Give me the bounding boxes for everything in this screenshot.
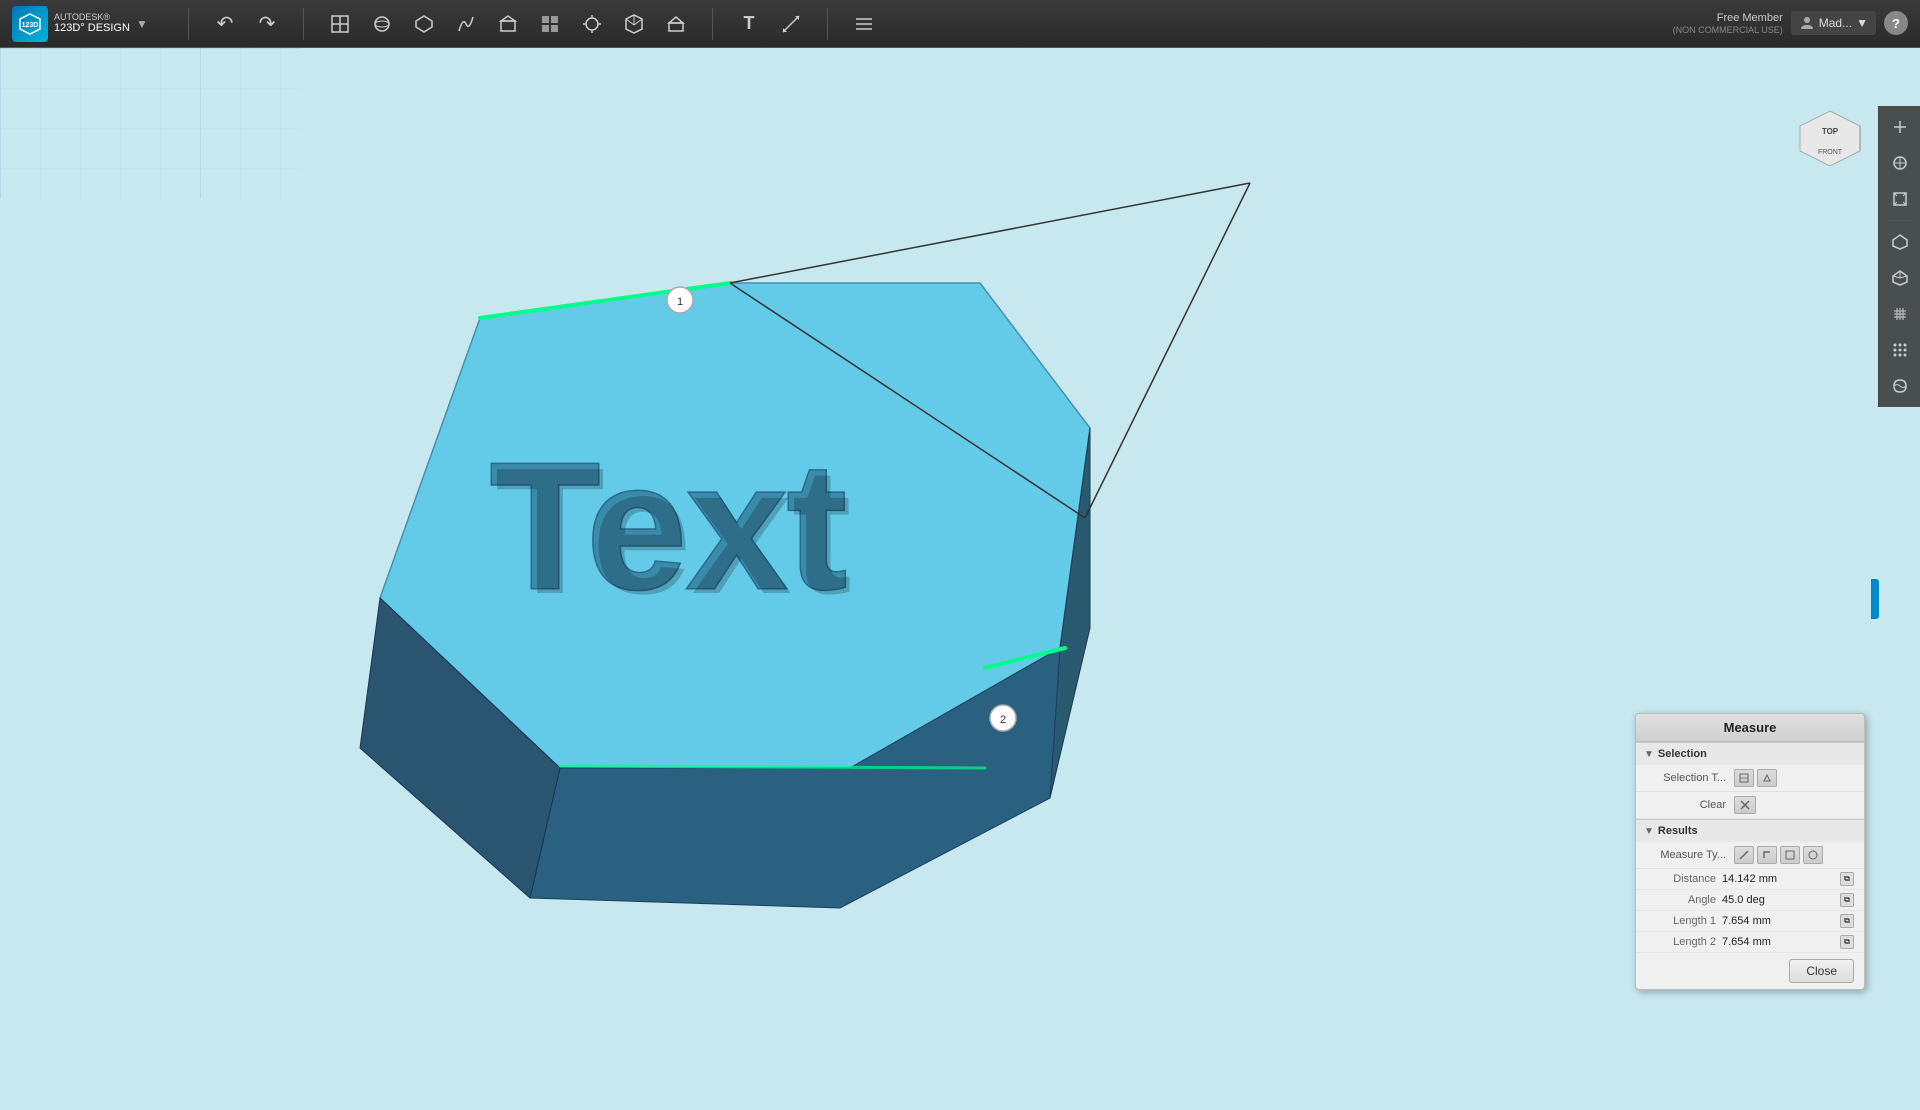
layers-group	[836, 6, 892, 42]
3d-shape-svg: Text Text 1 2	[0, 48, 1920, 1110]
logo-area[interactable]: 123D AUTODESK® 123D° DESIGN ▼	[0, 6, 180, 42]
length2-value: 7.654 mm	[1722, 936, 1840, 948]
selection-section-header[interactable]: ▼ Selection	[1636, 742, 1864, 765]
angle-copy-btn[interactable]: ⧉	[1840, 893, 1854, 907]
svg-text:FRONT: FRONT	[1818, 149, 1843, 156]
selection-type-row: Selection T...	[1636, 765, 1864, 792]
sep1	[188, 8, 189, 40]
distance-copy-btn[interactable]: ⧉	[1840, 872, 1854, 886]
text-measure-group: T	[721, 6, 819, 42]
selection-type-controls	[1734, 769, 1777, 787]
clear-row: Clear	[1636, 792, 1864, 819]
measure-tool-btn[interactable]	[773, 6, 809, 42]
snap-btn[interactable]	[574, 6, 610, 42]
selection-arrow: ▼	[1644, 749, 1654, 760]
grid-toggle-btn[interactable]	[1883, 297, 1917, 331]
close-button[interactable]: Close	[1789, 959, 1854, 983]
modify-btn[interactable]	[490, 6, 526, 42]
measure-type-btn4[interactable]	[1803, 846, 1823, 864]
new-tool-btn[interactable]	[322, 6, 358, 42]
perspective-btn[interactable]	[1883, 225, 1917, 259]
angle-row: Angle 45.0 deg ⧉	[1636, 890, 1864, 911]
selection-type-label: Selection T...	[1646, 772, 1726, 784]
selection-type-btn1[interactable]	[1734, 769, 1754, 787]
sep4	[827, 8, 828, 40]
smart-shapes-btn[interactable]	[406, 6, 442, 42]
main-toolbar: 123D AUTODESK® 123D° DESIGN ▼ ↶ ↷	[0, 0, 1920, 48]
user-menu-btn[interactable]: Mad... ▼	[1791, 11, 1876, 35]
results-arrow: ▼	[1644, 826, 1654, 837]
pattern-btn[interactable]	[532, 6, 568, 42]
measure-type-btn2[interactable]	[1757, 846, 1777, 864]
zoom-in-btn[interactable]	[1883, 110, 1917, 144]
side-sep-1	[1886, 220, 1914, 221]
3d-viewport[interactable]: Text Text 1 2 TOP FRONT	[0, 48, 1920, 1110]
right-toolbar: Free Member (NON COMMERCIAL USE) Mad... …	[1673, 11, 1920, 37]
distance-label: Distance	[1646, 873, 1716, 885]
svg-text:Text: Text	[495, 431, 852, 632]
results-section-label: Results	[1658, 825, 1698, 837]
view-tools-group	[312, 6, 704, 42]
distance-row: Distance 14.142 mm ⧉	[1636, 869, 1864, 890]
sep2	[303, 8, 304, 40]
length1-copy-btn[interactable]: ⧉	[1840, 914, 1854, 928]
redo-button[interactable]: ↷	[249, 6, 285, 42]
wireframe-btn[interactable]	[1883, 261, 1917, 295]
logo-dropdown-btn[interactable]: ▼	[136, 17, 148, 31]
measure-panel-title: Measure	[1636, 714, 1864, 742]
measure-type-btn1[interactable]	[1734, 846, 1754, 864]
help-button[interactable]: ?	[1884, 11, 1908, 35]
navigation-cube[interactable]: TOP FRONT	[1790, 106, 1870, 186]
app-name-text: AUTODESK® 123D° DESIGN	[54, 12, 130, 36]
length2-row: Length 2 7.654 mm ⧉	[1636, 932, 1864, 953]
right-side-toolbar	[1878, 106, 1920, 407]
length2-copy-btn[interactable]: ⧉	[1840, 935, 1854, 949]
svg-text:1: 1	[677, 296, 683, 308]
freeform-btn[interactable]	[448, 6, 484, 42]
length1-label: Length 1	[1646, 915, 1716, 927]
measure-type-controls	[1734, 846, 1823, 864]
length1-row: Length 1 7.654 mm ⧉	[1636, 911, 1864, 932]
angle-value: 45.0 deg	[1722, 894, 1840, 906]
measure-type-row: Measure Ty...	[1636, 842, 1864, 869]
selection-type-btn2[interactable]	[1757, 769, 1777, 787]
layers-btn[interactable]	[846, 6, 882, 42]
results-section-header[interactable]: ▼ Results	[1636, 819, 1864, 842]
text-tool-btn[interactable]: T	[731, 6, 767, 42]
measure-type-btn3[interactable]	[1780, 846, 1800, 864]
clear-label: Clear	[1646, 799, 1726, 811]
side-panel-toggle[interactable]	[1871, 579, 1879, 619]
clear-btn[interactable]	[1734, 796, 1756, 814]
measure-panel: Measure ▼ Selection Selection T... Clear	[1635, 713, 1865, 990]
distance-value: 14.142 mm	[1722, 873, 1840, 885]
angle-label: Angle	[1646, 894, 1716, 906]
close-row: Close	[1636, 953, 1864, 989]
extrude-btn[interactable]	[658, 6, 694, 42]
material-btn[interactable]	[1883, 369, 1917, 403]
sep3	[712, 8, 713, 40]
svg-text:123D: 123D	[22, 22, 39, 29]
undo-redo-group: ↶ ↷	[197, 6, 295, 42]
primitives-btn[interactable]	[364, 6, 400, 42]
undo-button[interactable]: ↶	[207, 6, 243, 42]
pan-btn[interactable]	[1883, 146, 1917, 180]
app-logo-icon: 123D	[12, 6, 48, 42]
svg-text:TOP: TOP	[1822, 127, 1839, 136]
length2-label: Length 2	[1646, 936, 1716, 948]
measure-type-label: Measure Ty...	[1646, 849, 1726, 861]
zoom-fit-btn[interactable]	[1883, 182, 1917, 216]
selection-section-label: Selection	[1658, 748, 1707, 760]
box-btn[interactable]	[616, 6, 652, 42]
membership-info: Free Member (NON COMMERCIAL USE)	[1673, 11, 1783, 37]
snap-grid-btn[interactable]	[1883, 333, 1917, 367]
length1-value: 7.654 mm	[1722, 915, 1840, 927]
svg-text:2: 2	[1000, 714, 1006, 726]
